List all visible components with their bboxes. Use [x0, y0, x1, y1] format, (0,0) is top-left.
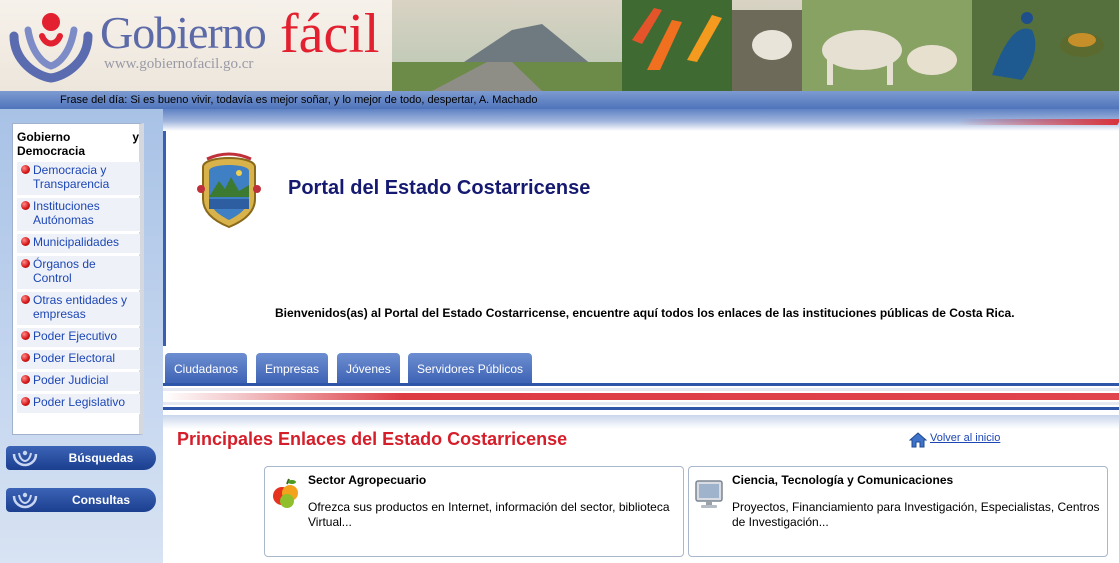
- stripe-blue-top: [163, 383, 1119, 386]
- header-banner: Gobierno fácil www.gobiernofacil.go.cr: [0, 0, 1119, 91]
- tab-label[interactable]: Empresas: [256, 353, 328, 376]
- tab-label[interactable]: Ciudadanos: [165, 353, 247, 376]
- tab-jovenes[interactable]: Jóvenes: [337, 353, 400, 383]
- sidebar-title-text: Gobierno Democracia: [17, 130, 86, 158]
- bullet-icon: [21, 259, 30, 268]
- main-left-border: [163, 131, 166, 346]
- sidebar-item-otras-entidades[interactable]: Otras entidades y empresas: [17, 292, 140, 326]
- bullet-icon: [21, 201, 30, 210]
- tab-label[interactable]: Jóvenes: [337, 353, 400, 376]
- bullet-icon: [21, 295, 30, 304]
- sidebar-item-poder-electoral[interactable]: Poder Electoral: [17, 350, 140, 370]
- costa-rica-coat-of-arms-icon: [197, 152, 261, 229]
- logo-url-text: www.gobiernofacil.go.cr: [104, 56, 254, 72]
- phrase-of-the-day-text: Frase del día: Si es bueno vivir, todaví…: [60, 94, 538, 106]
- fruit-icon: [273, 478, 298, 508]
- bullet-icon: [21, 237, 30, 246]
- tab-empresas[interactable]: Empresas: [256, 353, 329, 383]
- tab-label[interactable]: Servidores Públicos: [408, 353, 532, 376]
- bullet-icon: [21, 375, 30, 384]
- logo-facil-text: fácil: [280, 3, 380, 65]
- stripe-white-top: [163, 388, 1119, 391]
- sidebar-menu: Gobierno Democracia y Democracia y Trans…: [12, 123, 144, 435]
- sidebar-item-label[interactable]: Poder Judicial: [33, 373, 108, 387]
- computer-monitor-icon: [695, 480, 723, 508]
- top-decorative-red-stripe: [957, 119, 1119, 125]
- stripe-white-bottom: [163, 402, 1119, 405]
- left-sidebar: Gobierno Democracia y Democracia y Trans…: [0, 109, 163, 563]
- sidebar-item-label[interactable]: Poder Legislativo: [33, 395, 125, 409]
- sidebar-item-democracia[interactable]: Democracia y Transparencia: [17, 162, 140, 196]
- phrase-of-the-day-bar: Frase del día: Si es bueno vivir, todaví…: [0, 91, 1119, 109]
- sidebar-item-label[interactable]: Poder Electoral: [33, 351, 115, 365]
- link-card-sector-agropecuario[interactable]: Sector Agropecuario Ofrezca sus producto…: [264, 466, 684, 557]
- consultas-label[interactable]: Consultas: [6, 493, 156, 507]
- bullet-icon: [21, 397, 30, 406]
- sidebar-item-poder-ejecutivo[interactable]: Poder Ejecutivo: [17, 328, 140, 348]
- sidebar-item-poder-legislativo[interactable]: Poder Legislativo: [17, 394, 140, 414]
- sidebar-item-instituciones[interactable]: Instituciones Autónomas: [17, 198, 140, 232]
- busquedas-label[interactable]: Búsquedas: [6, 451, 156, 465]
- bullet-icon: [21, 353, 30, 362]
- link-card-ciencia-tecnologia[interactable]: Ciencia, Tecnología y Comunicaciones Pro…: [688, 466, 1108, 557]
- stripe-red: [163, 393, 1119, 400]
- sidebar-item-municipalidades[interactable]: Municipalidades: [17, 234, 140, 254]
- sidebar-title-suffix: y: [132, 130, 139, 144]
- stripe-blue-bottom: [163, 407, 1119, 410]
- sidebar-item-organos[interactable]: Órganos de Control: [17, 256, 140, 290]
- sidebar-item-label[interactable]: Otras entidades y empresas: [33, 293, 133, 321]
- costa-rica-nature-collage: [392, 0, 1119, 91]
- gobierno-facil-logo-icon: [9, 13, 93, 83]
- link-card-title[interactable]: Ciencia, Tecnología y Comunicaciones: [732, 473, 953, 487]
- link-card-description: Proyectos, Financiamiento para Investiga…: [732, 500, 1100, 529]
- bullet-icon: [21, 165, 30, 174]
- sidebar-item-label[interactable]: Órganos de Control: [33, 257, 108, 285]
- link-card-title[interactable]: Sector Agropecuario: [308, 473, 426, 487]
- link-card-description: Ofrezca sus productos en Internet, infor…: [308, 500, 670, 529]
- sidebar-menu-title: Gobierno Democracia y: [17, 130, 141, 158]
- links-section-band: [163, 415, 1119, 429]
- back-to-home-label[interactable]: Volver al inicio: [930, 432, 1000, 444]
- tab-ciudadanos[interactable]: Ciudadanos: [165, 353, 248, 383]
- sidebar-item-label[interactable]: Democracia y Transparencia: [33, 163, 133, 191]
- tab-servidores-publicos[interactable]: Servidores Públicos: [408, 353, 533, 383]
- bullet-icon: [21, 331, 30, 340]
- home-icon[interactable]: [909, 431, 927, 449]
- sidebar-item-label[interactable]: Instituciones Autónomas: [33, 199, 123, 227]
- welcome-message: Bienvenidos(as) al Portal del Estado Cos…: [275, 306, 1015, 320]
- main-content: Portal del Estado Costarricense Bienveni…: [163, 109, 1119, 563]
- logo-gobierno-text: Gobierno: [100, 7, 267, 58]
- consultas-button[interactable]: Consultas: [6, 488, 156, 512]
- sidebar-item-label[interactable]: Municipalidades: [33, 235, 119, 249]
- sidebar-item-poder-judicial[interactable]: Poder Judicial: [17, 372, 140, 392]
- page-title: Portal del Estado Costarricense: [288, 177, 591, 199]
- flag-stripes-divider: [163, 383, 1119, 415]
- busquedas-button[interactable]: Búsquedas: [6, 446, 156, 470]
- sidebar-item-label[interactable]: Poder Ejecutivo: [33, 329, 117, 343]
- links-section-title: Principales Enlaces del Estado Costarric…: [177, 429, 568, 449]
